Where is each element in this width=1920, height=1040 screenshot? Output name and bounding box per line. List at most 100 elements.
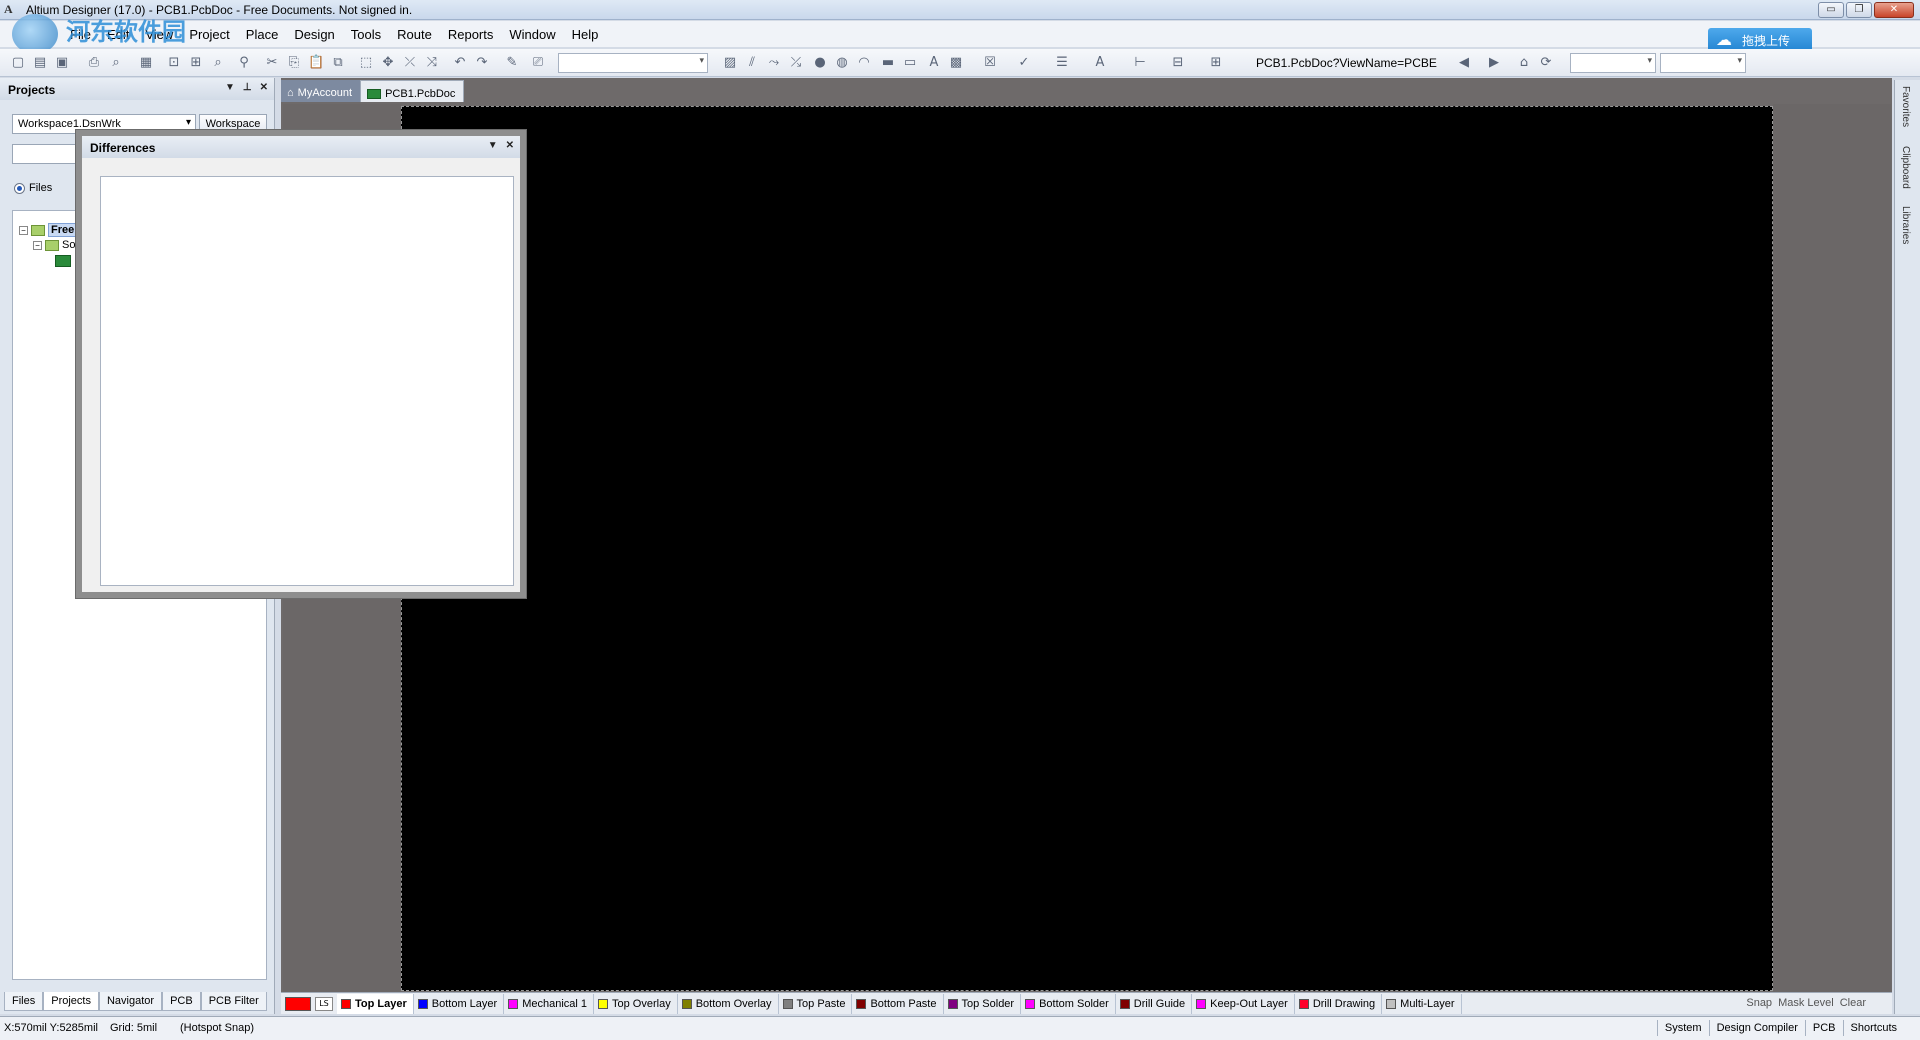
collapse-icon[interactable]: − [33, 240, 42, 250]
clear-button[interactable]: Clear [1840, 997, 1866, 1009]
dialog-menu-icon[interactable]: ▼ [488, 140, 498, 151]
menu-place[interactable]: Place [238, 27, 287, 42]
layer-tab-top-layer[interactable]: Top Layer [337, 993, 414, 1014]
tree-item-source[interactable]: − Sou [33, 239, 82, 251]
pcb-button[interactable]: PCB [1804, 1020, 1843, 1036]
menu-tools[interactable]: Tools [343, 27, 389, 42]
cross-probe-icon[interactable]: ✎ [504, 55, 520, 71]
menu-reports[interactable]: Reports [440, 27, 502, 42]
redo-icon[interactable]: ↷ [474, 55, 490, 71]
menu-file[interactable]: File [62, 27, 99, 42]
fill-icon[interactable]: ▬ [880, 55, 896, 71]
open-project-icon[interactable]: ▦ [138, 55, 154, 71]
layer-tab-multi-layer[interactable]: Multi-Layer [1382, 993, 1462, 1014]
side-tab-clipboard[interactable]: Clipboard [1900, 146, 1911, 189]
tree-item-project[interactable]: − Free I [19, 223, 84, 237]
system-button[interactable]: System [1656, 1020, 1709, 1036]
cut-icon[interactable]: ✂ [264, 55, 280, 71]
move-icon[interactable]: ✥ [380, 55, 396, 71]
new-file-icon[interactable]: ▢ [10, 55, 26, 71]
toolbar-combo[interactable] [558, 53, 708, 73]
layer-tab-keep-out-layer[interactable]: Keep-Out Layer [1192, 993, 1295, 1014]
open-folder-icon[interactable]: ▤ [32, 55, 48, 71]
layer-tab-bottom-layer[interactable]: Bottom Layer [414, 993, 505, 1014]
text-style-icon[interactable]: A [1092, 55, 1108, 71]
rubber-stamp-icon[interactable]: ⧉ [330, 55, 346, 71]
current-layer-swatch[interactable] [285, 996, 311, 1011]
room-icon[interactable]: ⊟ [1170, 55, 1186, 71]
browse-components-icon[interactable]: ⎚ [530, 55, 546, 71]
refresh-icon[interactable]: ⟳ [1538, 55, 1554, 71]
print-icon[interactable]: ⎙ [86, 55, 102, 71]
side-tab-libraries[interactable]: Libraries [1900, 206, 1911, 244]
collapse-icon[interactable]: − [19, 225, 28, 235]
side-tab-favorites[interactable]: Favorites [1900, 86, 1911, 127]
menu-design[interactable]: Design [286, 27, 342, 42]
forward-icon[interactable]: ▶ [1486, 55, 1502, 71]
panel-menu-icon[interactable]: ▼ [225, 82, 235, 93]
clear-drc-icon[interactable]: ☒ [982, 55, 998, 71]
menu-window[interactable]: Window [501, 27, 563, 42]
layer-tab-top-overlay[interactable]: Top Overlay [594, 993, 678, 1014]
shortcuts-button[interactable]: Shortcuts [1842, 1020, 1904, 1036]
align-components-icon[interactable]: ⊢ [1132, 55, 1148, 71]
layer-tab-mechanical-1[interactable]: Mechanical 1 [504, 993, 595, 1014]
select-area-icon[interactable]: ⬚ [358, 55, 374, 71]
layer-set-button[interactable]: LS [315, 996, 333, 1011]
back-icon[interactable]: ◀ [1456, 55, 1472, 71]
zoom-icon[interactable]: ⌕ [210, 55, 226, 71]
menu-project[interactable]: Project [181, 27, 237, 42]
close-window-button[interactable]: ✕ [1874, 2, 1914, 18]
minimize-button[interactable]: ▭ [1818, 2, 1844, 18]
menu-route[interactable]: Route [389, 27, 440, 42]
tab-projects[interactable]: Projects [43, 992, 99, 1011]
layer-tab-bottom-overlay[interactable]: Bottom Overlay [678, 993, 779, 1014]
pin-icon[interactable]: ⊥ [243, 82, 252, 93]
deselect-icon[interactable]: ⤫ [402, 55, 418, 71]
menu-view[interactable]: View [137, 27, 181, 42]
menu-help[interactable]: Help [564, 27, 607, 42]
mask-level-button[interactable]: Mask Level [1778, 997, 1834, 1009]
save-icon[interactable]: ▣ [54, 55, 70, 71]
toolbar-combo-2[interactable] [1570, 53, 1656, 73]
print-preview-icon[interactable]: ⌕ [108, 55, 124, 71]
clear-filter-icon[interactable]: ⤨ [424, 55, 440, 71]
place-component-icon[interactable]: ▩ [948, 55, 964, 71]
copy-icon[interactable]: ⎘ [286, 55, 302, 71]
tab-pcb1-pcbdoc[interactable]: PCB1.PcbDoc [360, 80, 465, 102]
length-tuning-icon[interactable]: ⤰ [788, 55, 804, 71]
filter-icon[interactable]: ⚲ [236, 55, 252, 71]
design-compiler-button[interactable]: Design Compiler [1708, 1020, 1805, 1036]
place-string-icon[interactable]: A [926, 55, 942, 71]
place-via-icon[interactable]: ● [812, 55, 828, 71]
layer-tab-drill-drawing[interactable]: Drill Drawing [1295, 993, 1383, 1014]
tab-myaccount[interactable]: ⌂ MyAccount [281, 80, 361, 102]
home-icon[interactable]: ⌂ [1516, 55, 1532, 71]
multi-routing-icon[interactable]: ⤳ [766, 55, 782, 71]
layer-tab-drill-guide[interactable]: Drill Guide [1116, 993, 1193, 1014]
close-icon[interactable]: ✕ [506, 140, 514, 151]
tab-pcb[interactable]: PCB [162, 992, 201, 1011]
tree-item-pcbdoc[interactable] [55, 255, 71, 267]
paste-icon[interactable]: 📋 [308, 55, 324, 71]
diff-pair-routing-icon[interactable]: ⫽ [744, 55, 760, 71]
pcb-board-canvas[interactable] [401, 106, 1773, 991]
zoom-area-icon[interactable]: ⊡ [166, 55, 182, 71]
place-pad-icon[interactable]: ◍ [834, 55, 850, 71]
layer-tab-top-paste[interactable]: Top Paste [779, 993, 853, 1014]
polygon-pour-icon[interactable]: ▭ [902, 55, 918, 71]
close-icon[interactable]: ✕ [260, 82, 268, 93]
grid-icon[interactable]: ⊞ [1208, 55, 1224, 71]
tab-files[interactable]: Files [4, 992, 44, 1011]
snap-button[interactable]: Snap [1746, 997, 1772, 1009]
align-icon[interactable]: ☰ [1054, 55, 1070, 71]
highlight-icon[interactable]: ✓ [1016, 55, 1032, 71]
tab-navigator[interactable]: Navigator [98, 992, 163, 1011]
toolbar-combo-3[interactable] [1660, 53, 1746, 73]
maximize-button[interactable]: ❐ [1846, 2, 1872, 18]
zoom-fit-icon[interactable]: ⊞ [188, 55, 204, 71]
tab-pcb-filter[interactable]: PCB Filter [200, 992, 267, 1011]
undo-icon[interactable]: ↶ [452, 55, 468, 71]
menu-edit[interactable]: Edit [99, 27, 137, 42]
layer-tab-bottom-paste[interactable]: Bottom Paste [852, 993, 944, 1014]
